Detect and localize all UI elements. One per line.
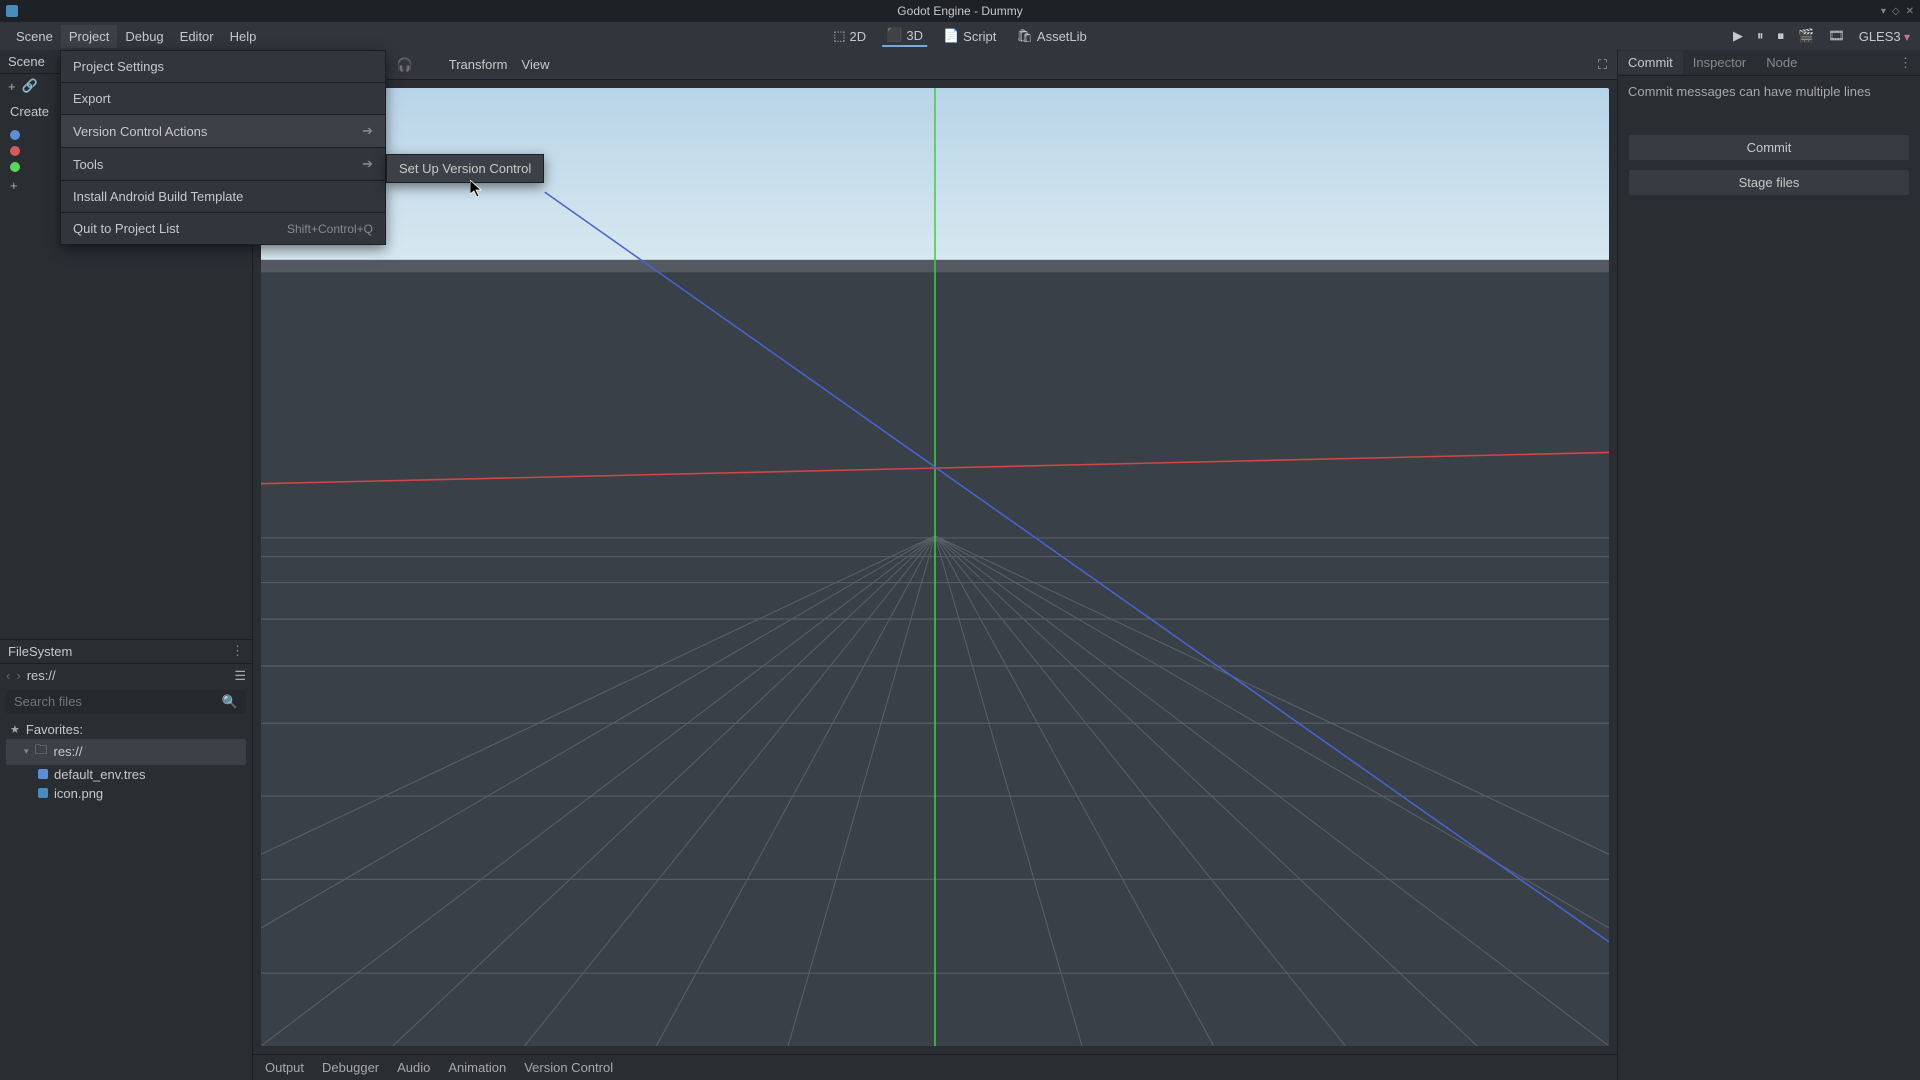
3d-icon: ⬛ <box>886 27 902 43</box>
menu-editor[interactable]: Editor <box>172 25 222 48</box>
menu-project-settings[interactable]: Project Settings <box>61 51 385 82</box>
workspace-switcher: ⬚2D ⬛3D 📄Script 🛍AssetLib <box>829 25 1091 47</box>
menu-install-android[interactable]: Install Android Build Template <box>61 181 385 212</box>
menu-project[interactable]: Project <box>61 25 117 48</box>
menu-help[interactable]: Help <box>222 25 265 48</box>
chevron-down-icon: ▾ <box>24 746 29 757</box>
window-controls: ▾ ◇ ✕ <box>1881 6 1914 17</box>
tab-commit[interactable]: Commit <box>1618 51 1683 74</box>
commit-message-input[interactable]: Commit messages can have multiple lines <box>1628 84 1910 126</box>
menu-quit-project-list[interactable]: Quit to Project ListShift+Control+Q <box>61 213 385 244</box>
filesystem-title: FileSystem <box>8 644 72 659</box>
tres-icon <box>38 769 48 779</box>
panel-menu-icon[interactable]: ⋮ <box>231 643 244 659</box>
playback-controls: ▶ ⏸ ⏹ 🎬 🎞 GLES3 ▾ <box>1733 28 1910 44</box>
tab-node[interactable]: Node <box>1756 51 1807 74</box>
script-icon: 📄 <box>943 28 959 44</box>
filesystem-panel: FileSystem ⋮ ‹ › res:// ☰ 🔍 ★Favorites: … <box>0 639 252 1080</box>
workspace-2d[interactable]: ⬚2D <box>829 25 870 47</box>
current-path[interactable]: res:// <box>27 668 229 683</box>
nav-back-icon[interactable]: ‹ <box>6 668 10 683</box>
menu-bar: Scene Project Debug Editor Help ⬚2D ⬛3D … <box>0 22 1920 50</box>
assetlib-icon: 🛍 <box>1016 28 1033 44</box>
link-icon[interactable]: 🔗 <box>22 78 38 94</box>
tab-inspector[interactable]: Inspector <box>1683 51 1756 74</box>
menu-export[interactable]: Export <box>61 83 385 114</box>
project-menu-dropdown: Project Settings Export Version Control … <box>60 50 386 245</box>
bottom-output[interactable]: Output <box>265 1060 304 1075</box>
image-icon <box>38 788 48 798</box>
node2d-icon <box>10 130 20 140</box>
renderer-label[interactable]: GLES3 ▾ <box>1859 29 1910 44</box>
workspace-3d[interactable]: ⬛3D <box>882 25 927 47</box>
2d-icon: ⬚ <box>833 28 845 44</box>
listener-tool-icon[interactable]: 🎧 <box>397 57 413 73</box>
nav-forward-icon[interactable]: › <box>16 668 20 683</box>
3d-viewport[interactable] <box>253 80 1617 1054</box>
add-node-icon[interactable]: + <box>8 79 16 94</box>
bottom-panel-tabs: Output Debugger Audio Animation Version … <box>253 1054 1617 1080</box>
bottom-version-control[interactable]: Version Control <box>524 1060 613 1075</box>
workspace-assetlib[interactable]: 🛍AssetLib <box>1012 25 1090 47</box>
bottom-audio[interactable]: Audio <box>397 1060 430 1075</box>
star-icon: ★ <box>10 723 20 736</box>
menu-tools[interactable]: Tools➔ <box>61 148 385 180</box>
pause-button[interactable]: ⏸ <box>1757 28 1764 44</box>
menu-version-control-actions[interactable]: Version Control Actions➔ <box>61 115 385 147</box>
stage-files-button[interactable]: Stage files <box>1628 169 1910 196</box>
file-row-env[interactable]: default_env.tres <box>6 765 246 784</box>
bottom-debugger[interactable]: Debugger <box>322 1060 379 1075</box>
plus-icon: + <box>10 178 18 193</box>
play-custom-button[interactable]: 🎞 <box>1828 28 1845 44</box>
bottom-animation[interactable]: Animation <box>448 1060 506 1075</box>
submenu-setup-version-control[interactable]: Set Up Version Control <box>387 155 543 182</box>
filesystem-search[interactable]: 🔍 <box>6 690 246 714</box>
godot-logo-icon <box>6 5 18 17</box>
viewport-toolbar: ▭ 🔒 ⊞ 📷 🎧 Transform View ⛶ <box>253 50 1617 80</box>
view-menu[interactable]: View <box>522 57 550 72</box>
chevron-right-icon: ➔ <box>362 123 373 139</box>
window-titlebar: Godot Engine - Dummy ▾ ◇ ✕ <box>0 0 1920 22</box>
spatial-icon <box>10 146 20 156</box>
workspace-script[interactable]: 📄Script <box>939 25 1000 47</box>
chevron-right-icon: ➔ <box>362 156 373 172</box>
favorites-row[interactable]: ★Favorites: <box>6 720 246 739</box>
folder-icon: 🗀 <box>35 741 48 763</box>
commit-button[interactable]: Commit <box>1628 134 1910 161</box>
center-area: ▭ 🔒 ⊞ 📷 🎧 Transform View ⛶ <box>253 50 1617 1080</box>
menu-scene[interactable]: Scene <box>8 25 61 48</box>
transform-menu[interactable]: Transform <box>449 57 508 72</box>
control-icon <box>10 162 20 172</box>
stop-button[interactable]: ⏹ <box>1778 28 1785 44</box>
play-button[interactable]: ▶ <box>1733 28 1743 44</box>
menu-debug[interactable]: Debug <box>117 25 171 48</box>
search-icon: 🔍 <box>222 694 238 710</box>
panel-menu-icon[interactable]: ⋮ <box>1891 55 1920 71</box>
expand-viewport-icon[interactable]: ⛶ <box>1598 57 1607 73</box>
minimize-icon[interactable]: ▾ <box>1881 6 1886 17</box>
play-scene-button[interactable]: 🎬 <box>1798 28 1814 44</box>
scene-panel-title: Scene <box>8 54 45 69</box>
file-row-icon[interactable]: icon.png <box>6 784 246 803</box>
window-title: Godot Engine - Dummy <box>897 4 1022 18</box>
close-icon[interactable]: ✕ <box>1906 6 1914 17</box>
right-dock: Commit Inspector Node ⋮ Commit messages … <box>1617 50 1920 1080</box>
search-input[interactable] <box>14 694 222 709</box>
vcs-submenu: Set Up Version Control <box>386 154 544 183</box>
maximize-icon[interactable]: ◇ <box>1892 6 1900 17</box>
root-folder-row[interactable]: ▾🗀res:// <box>6 739 246 765</box>
view-mode-icon[interactable]: ☰ <box>234 668 246 684</box>
